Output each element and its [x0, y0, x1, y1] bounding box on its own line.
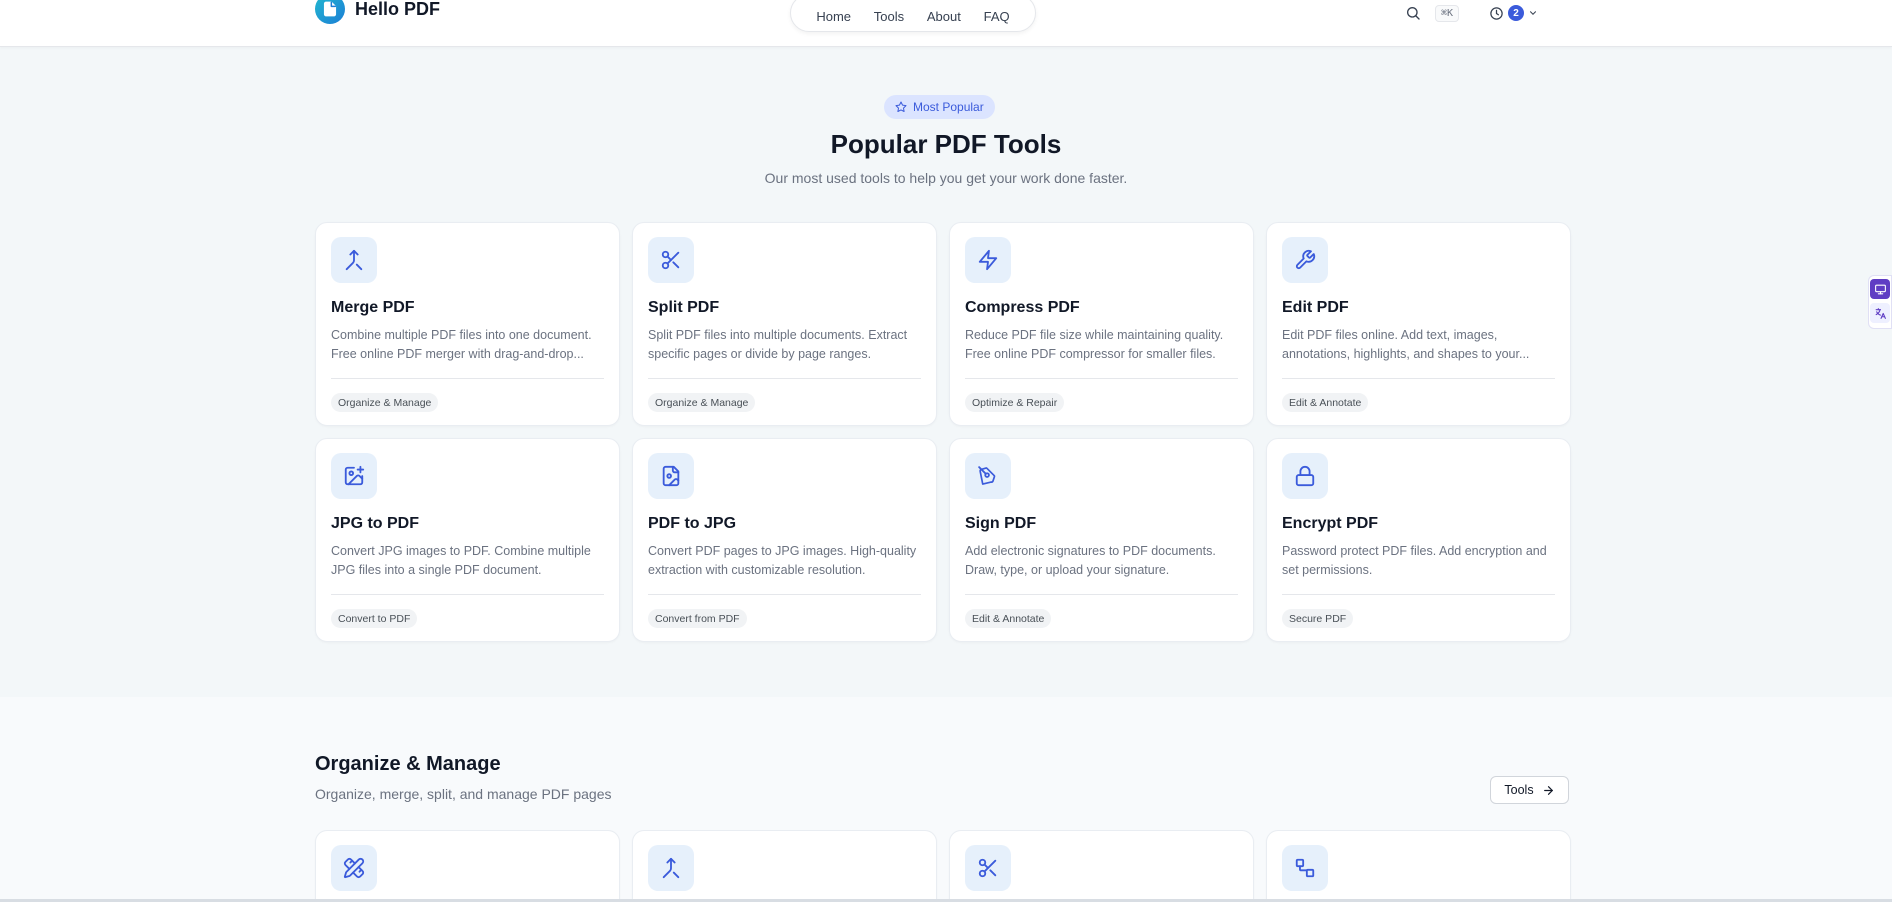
card-title: PDF to JPG	[648, 515, 737, 532]
scissors-icon	[965, 845, 1011, 891]
card-title: Split PDF	[648, 299, 720, 316]
card-divider	[965, 378, 1238, 379]
card-title: Sign PDF	[965, 515, 1037, 532]
tool-card-edit-pdf[interactable]: Edit PDF Edit PDF files online. Add text…	[1266, 222, 1571, 426]
tools-button[interactable]: Tools	[1490, 776, 1569, 804]
category-tag: Convert to PDF	[331, 609, 418, 628]
card-description: Edit PDF files online. Add text, images,…	[1282, 328, 1530, 361]
card-title: Merge PDF	[331, 299, 415, 316]
file-image-icon	[648, 453, 694, 499]
header-actions: ⌘K 2	[1405, 0, 1538, 26]
nav-tools[interactable]: Tools	[874, 9, 904, 24]
card-divider	[648, 594, 921, 595]
pen-tool-icon	[965, 453, 1011, 499]
card-title: Edit PDF	[1282, 299, 1349, 316]
tool-card-jpg-to-pdf[interactable]: JPG to PDF Convert JPG images to PDF. Co…	[315, 438, 620, 642]
translate-toggle-icon[interactable]	[1870, 279, 1890, 299]
organize-tools-grid	[315, 830, 1571, 902]
tool-card-compress-pdf[interactable]: Compress PDF Reduce PDF file size while …	[949, 222, 1254, 426]
lock-icon	[1282, 453, 1328, 499]
pencil-ruler-icon	[331, 845, 377, 891]
arrow-right-icon	[1542, 784, 1555, 797]
merge-icon	[648, 845, 694, 891]
card-description: Split PDF files into multiple documents.…	[648, 328, 908, 361]
nav-home[interactable]: Home	[816, 9, 851, 24]
category-tag: Organize & Manage	[331, 393, 439, 412]
search-shortcut[interactable]: ⌘K	[1435, 4, 1460, 22]
floating-side-widget	[1868, 275, 1892, 329]
search-icon[interactable]	[1405, 5, 1421, 21]
tool-card[interactable]	[315, 830, 620, 902]
nav-faq[interactable]: FAQ	[984, 9, 1010, 24]
card-divider	[331, 378, 604, 379]
organize-title: Organize & Manage	[315, 753, 501, 775]
card-divider	[331, 594, 604, 595]
section-subtitle: Our most used tools to help you get your…	[764, 170, 1128, 186]
card-description: Combine multiple PDF files into one docu…	[331, 328, 592, 361]
wrench-icon	[1282, 237, 1328, 283]
tool-card-encrypt-pdf[interactable]: Encrypt PDF Password protect PDF files. …	[1266, 438, 1571, 642]
card-description: Convert PDF pages to JPG images. High-qu…	[648, 544, 917, 577]
card-divider	[648, 378, 921, 379]
merge-icon	[331, 237, 377, 283]
card-title: Encrypt PDF	[1282, 515, 1379, 532]
tool-card-sign-pdf[interactable]: Sign PDF Add electronic signatures to PD…	[949, 438, 1254, 642]
tool-card[interactable]	[949, 830, 1254, 902]
tool-card[interactable]	[1266, 830, 1571, 902]
image-plus-icon	[331, 453, 377, 499]
tool-card[interactable]	[632, 830, 937, 902]
tool-card-pdf-to-jpg[interactable]: PDF to JPG Convert PDF pages to JPG imag…	[632, 438, 937, 642]
card-divider	[1282, 378, 1555, 379]
card-title: Compress PDF	[965, 299, 1080, 316]
card-description: Password protect PDF files. Add encrypti…	[1282, 544, 1547, 577]
top-header: Hello PDF Home Tools About FAQ ⌘K 2	[0, 0, 1892, 47]
card-divider	[965, 594, 1238, 595]
star-icon	[895, 101, 907, 113]
chevron-down-icon	[1528, 8, 1538, 18]
card-title: JPG to PDF	[331, 515, 420, 532]
section-title: Popular PDF Tools	[830, 129, 1062, 159]
language-icon[interactable]	[1870, 303, 1890, 323]
lightning-icon	[965, 237, 1011, 283]
brand-name: Hello PDF	[355, 0, 441, 19]
brand[interactable]: Hello PDF	[315, 0, 440, 26]
card-description: Reduce PDF file size while maintaining q…	[965, 328, 1224, 361]
tools-button-label: Tools	[1504, 783, 1534, 797]
card-description: Convert JPG images to PDF. Combine multi…	[331, 544, 591, 577]
nav-about[interactable]: About	[927, 9, 961, 24]
category-tag: Organize & Manage	[648, 393, 756, 412]
popular-tools-grid: Merge PDF Combine multiple PDF files int…	[315, 222, 1571, 642]
category-tag: Secure PDF	[1282, 609, 1354, 628]
scissors-icon	[648, 237, 694, 283]
category-tag: Edit & Annotate	[1282, 393, 1369, 412]
pill-label: Most Popular	[913, 100, 984, 114]
organize-subtitle: Organize, merge, split, and manage PDF p…	[315, 786, 612, 802]
main-nav: Home Tools About FAQ	[790, 0, 1036, 32]
clock-icon	[1489, 6, 1504, 21]
file-logo-icon	[315, 0, 345, 24]
card-description: Add electronic signatures to PDF documen…	[965, 544, 1216, 577]
history-button[interactable]: 2	[1489, 5, 1538, 21]
category-tag: Optimize & Repair	[965, 393, 1065, 412]
card-divider	[1282, 594, 1555, 595]
tool-card-split-pdf[interactable]: Split PDF Split PDF files into multiple …	[632, 222, 937, 426]
history-count-badge: 2	[1508, 5, 1525, 21]
tool-card-merge-pdf[interactable]: Merge PDF Combine multiple PDF files int…	[315, 222, 620, 426]
most-popular-pill: Most Popular	[884, 95, 995, 119]
blocks-icon	[1282, 845, 1328, 891]
category-tag: Convert from PDF	[648, 609, 747, 628]
category-tag: Edit & Annotate	[965, 609, 1052, 628]
